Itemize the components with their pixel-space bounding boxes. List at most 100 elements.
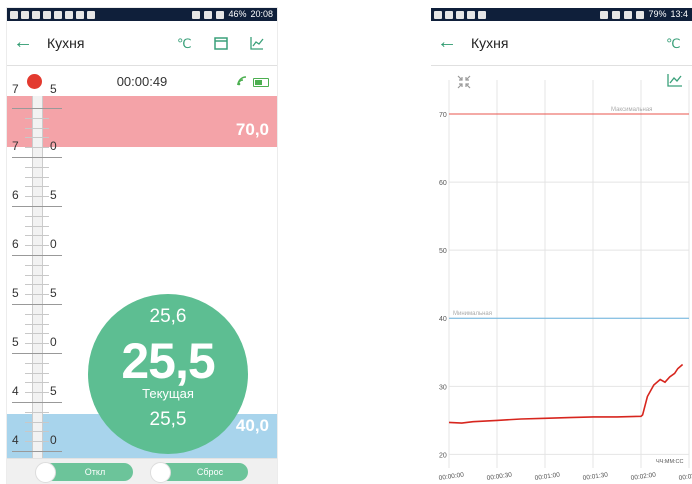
scale-minor-tick: [25, 284, 49, 286]
y-tick-label: 20: [439, 452, 447, 459]
scale-major-tick: [12, 402, 62, 403]
scale-minor-tick: [25, 441, 49, 443]
scale-minor-tick: [25, 186, 49, 188]
svg-text:℃: ℃: [666, 37, 681, 51]
scale-label-units: 0: [50, 237, 57, 251]
reset-toggle[interactable]: Сброс: [150, 462, 248, 483]
toggle-knob: [150, 462, 171, 483]
current-reading: 25,5: [121, 333, 215, 389]
right-phone-screen: 79% 13:4 ← Кухня ℃ 20 30 40 50 60 70 00:00:00 00…: [431, 8, 692, 484]
scale-minor-tick: [25, 382, 49, 384]
scale-label-units: 5: [50, 384, 57, 398]
chart-icon[interactable]: [247, 33, 267, 53]
y-tick-label: 40: [439, 316, 447, 323]
max-reading: 25,6: [149, 306, 187, 327]
temperature-chart: 20 30 40 50 60 70 00:00:00 00:00:30 00:01:00 00:0…: [431, 66, 692, 484]
series-line: [448, 363, 684, 424]
scale-label-tens: 6: [12, 237, 19, 251]
scale-minor-tick: [25, 431, 49, 433]
scale-minor-tick: [25, 343, 49, 345]
scale-minor-tick: [25, 294, 49, 296]
y-tick-label: 60: [439, 180, 447, 187]
app-bar: ← Кухня ℃: [431, 21, 692, 66]
scale-minor-tick: [25, 333, 49, 335]
scale-minor-tick: [25, 196, 49, 198]
scale-minor-tick: [25, 137, 49, 139]
off-toggle[interactable]: Откл: [35, 462, 133, 483]
reference-line-label: Максимальная: [611, 107, 652, 113]
scale-label-units: 5: [50, 188, 57, 202]
thermometer-tube: [32, 96, 43, 458]
scale-major-tick: [12, 108, 62, 109]
line-chart[interactable]: 20 30 40 50 60 70 00:00:00 00:00:30 00:01:00 00:0…: [431, 66, 692, 484]
thermometer-scale: 70,0 40,0 757065605550454035 25,6 25,5 Т…: [7, 82, 277, 484]
scale-label-tens: 7: [12, 139, 19, 153]
chart-icon[interactable]: [666, 72, 686, 92]
x-unit-label: ЧЧ:ММ:СС: [656, 459, 684, 465]
calendar-icon[interactable]: [211, 33, 231, 53]
bottom-controls: Откл Сброс: [7, 458, 277, 484]
back-arrow-icon[interactable]: ←: [437, 32, 457, 53]
scale-minor-tick: [25, 313, 49, 315]
y-tick-label: 30: [439, 384, 447, 391]
left-phone-screen: 46% 20:08 ← Кухня ℃ 00:00:49 70,0 40,0 7…: [7, 8, 277, 484]
upper-limit-band[interactable]: 70,0: [7, 96, 277, 147]
scale-minor-tick: [25, 235, 49, 237]
status-bar: 46% 20:08: [7, 8, 277, 21]
scale-label-tens: 4: [12, 384, 19, 398]
scale-minor-tick: [25, 176, 49, 178]
scale-major-tick: [12, 304, 62, 305]
svg-text:℃: ℃: [177, 37, 192, 51]
thermometer-celsius-icon[interactable]: ℃: [175, 33, 195, 53]
scale-label-units: 0: [50, 335, 57, 349]
x-tick-label: 00:01:00: [534, 471, 560, 482]
toggle-knob: [35, 462, 56, 483]
x-tick-label: 00:00:30: [486, 471, 512, 482]
off-toggle-label: Откл: [84, 467, 106, 477]
x-tick-label: 00:01:30: [582, 471, 608, 482]
scale-major-tick: [12, 255, 62, 256]
scale-minor-tick: [25, 147, 49, 149]
x-tick-label: 00:02:00: [630, 471, 656, 482]
scale-minor-tick: [25, 421, 49, 423]
scale-major-tick: [12, 157, 62, 158]
scale-minor-tick: [25, 215, 49, 217]
page-title: Кухня: [471, 35, 509, 51]
recording-row: 00:00:49: [7, 66, 277, 96]
scale-label-tens: 5: [12, 335, 19, 349]
scale-label-tens: 6: [12, 188, 19, 202]
scale-major-tick: [12, 451, 62, 452]
x-tick-label: 00:00:00: [438, 471, 464, 482]
scale-minor-tick: [25, 127, 49, 129]
scale-label-tens: 7: [12, 82, 19, 96]
scale-label-units: 0: [50, 433, 57, 447]
scale-minor-tick: [25, 411, 49, 413]
back-arrow-icon[interactable]: ←: [13, 32, 33, 53]
scale-label-units: 0: [50, 139, 57, 153]
reference-line-label: Минимальная: [453, 311, 492, 317]
wifi-icon: [237, 76, 249, 89]
scale-minor-tick: [25, 264, 49, 266]
battery-icon: [253, 78, 269, 87]
scale-minor-tick: [25, 225, 49, 227]
reset-toggle-label: Сброс: [196, 467, 224, 477]
scale-minor-tick: [25, 362, 49, 364]
reading-circle: 25,6 25,5 Текущая 25,5: [88, 294, 248, 454]
y-tick-label: 70: [439, 112, 447, 119]
app-bar: ← Кухня ℃: [7, 21, 277, 66]
scale-major-tick: [12, 353, 62, 354]
scale-minor-tick: [25, 245, 49, 247]
scale-minor-tick: [25, 392, 49, 394]
y-tick-label: 50: [439, 248, 447, 255]
upper-limit-value: 70,0: [235, 120, 269, 139]
min-reading: 25,5: [149, 409, 187, 430]
thermometer-celsius-icon[interactable]: ℃: [664, 33, 684, 53]
scale-minor-tick: [25, 274, 49, 276]
status-bar: 79% 13:4: [431, 8, 692, 21]
current-caption: Текущая: [142, 386, 194, 401]
scale-major-tick: [12, 206, 62, 207]
x-tick-label: 00:02:: [678, 473, 692, 482]
scale-label-tens: 4: [12, 433, 19, 447]
collapse-icon[interactable]: [455, 74, 473, 92]
scale-label-tens: 5: [12, 286, 19, 300]
